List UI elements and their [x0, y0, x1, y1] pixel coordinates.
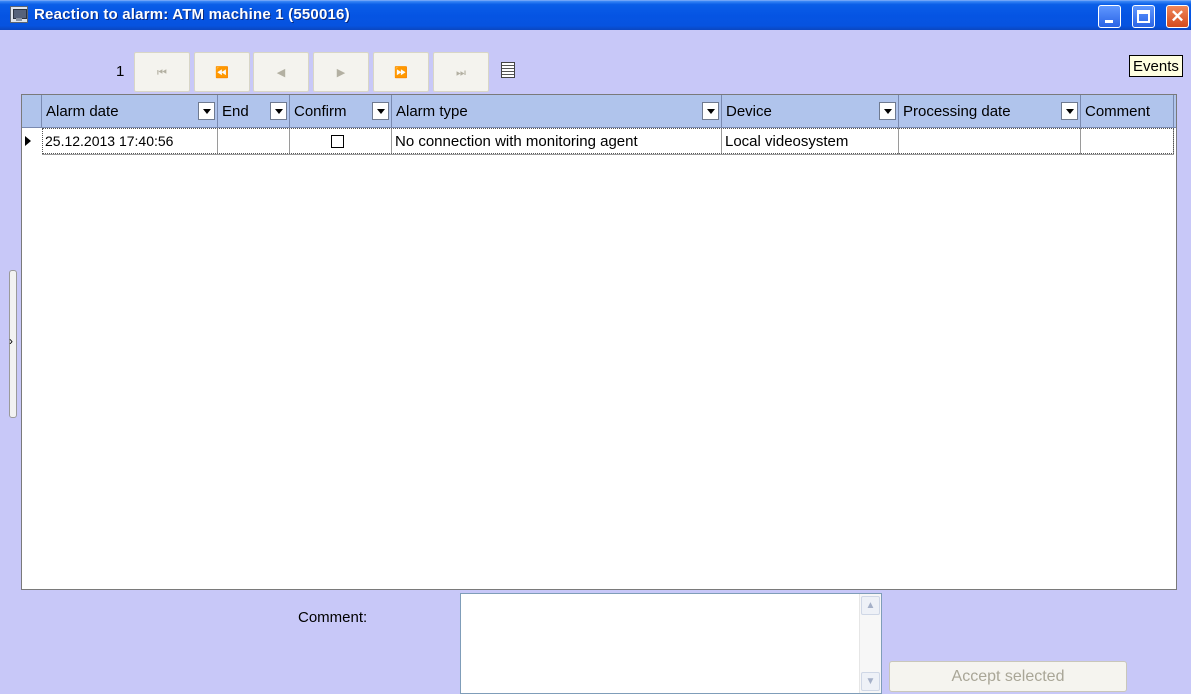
comment-scrollbar[interactable]: ▲ ▼	[859, 594, 881, 693]
nav-last-button[interactable]: ⏭	[433, 52, 489, 92]
header-label: Comment	[1085, 103, 1151, 120]
next-icon: ▶	[336, 66, 346, 79]
header-label: Device	[726, 103, 772, 120]
last-icon: ⏭	[456, 66, 466, 79]
header-alarm-type[interactable]: Alarm type	[392, 95, 722, 128]
filter-dropdown-icon[interactable]	[702, 102, 719, 120]
maximize-icon	[1137, 10, 1150, 23]
nav-next-button[interactable]: ▶	[313, 52, 369, 92]
prior-page-icon: ⏪	[215, 66, 229, 79]
close-button[interactable]: ✕	[1166, 5, 1189, 28]
filter-dropdown-icon[interactable]	[198, 102, 215, 120]
nav-first-button[interactable]: ⏮	[134, 52, 190, 92]
confirm-checkbox[interactable]	[331, 135, 344, 148]
header-processing-date[interactable]: Processing date	[899, 95, 1081, 128]
filter-dropdown-icon[interactable]	[1061, 102, 1078, 120]
header-label: End	[222, 103, 249, 120]
events-grid[interactable]: Alarm date End Confirm Alarm type Device…	[21, 94, 1177, 590]
window-title: Reaction to alarm: ATM machine 1 (550016…	[34, 6, 350, 23]
header-device[interactable]: Device	[722, 95, 899, 128]
current-row-icon	[22, 128, 42, 155]
chevron-right-icon[interactable]: ›	[9, 334, 13, 348]
header-indicator-cell	[22, 95, 42, 128]
window-titlebar[interactable]: Reaction to alarm: ATM machine 1 (550016…	[0, 0, 1191, 30]
cell-comment[interactable]	[1081, 128, 1174, 155]
cell-processing-date[interactable]	[899, 128, 1081, 155]
comment-label: Comment:	[298, 609, 368, 626]
cell-device[interactable]: Local videosystem	[722, 128, 899, 155]
cell-alarm-date[interactable]: 25.12.2013 17:40:56	[42, 128, 218, 155]
table-row[interactable]: 25.12.2013 17:40:56 No connection with m…	[22, 128, 1176, 155]
page-number: 1	[116, 63, 125, 80]
header-label: Alarm type	[396, 103, 468, 120]
comment-textarea[interactable]: ▲ ▼	[460, 593, 882, 694]
grid-header: Alarm date End Confirm Alarm type Device…	[22, 95, 1176, 128]
scroll-down-icon[interactable]: ▼	[861, 672, 880, 691]
minimize-button[interactable]	[1098, 5, 1121, 28]
header-label: Processing date	[903, 103, 1011, 120]
nav-prior-page-button[interactable]: ⏪	[194, 52, 250, 92]
header-comment[interactable]: Comment	[1081, 95, 1174, 128]
prior-icon: ◀	[276, 66, 286, 79]
cell-confirm[interactable]	[290, 128, 392, 155]
filter-dropdown-icon[interactable]	[270, 102, 287, 120]
monitor-icon	[10, 6, 28, 23]
cell-alarm-type[interactable]: No connection with monitoring agent	[392, 128, 722, 155]
minimize-icon	[1105, 20, 1113, 23]
header-alarm-date[interactable]: Alarm date	[42, 95, 218, 128]
scroll-up-icon[interactable]: ▲	[861, 596, 880, 615]
tooltip: Events	[1129, 55, 1183, 77]
close-icon: ✕	[1170, 7, 1185, 26]
filter-dropdown-icon[interactable]	[372, 102, 389, 120]
nav-prior-button[interactable]: ◀	[253, 52, 309, 92]
header-label: Alarm date	[46, 103, 119, 120]
grid-settings-icon[interactable]	[501, 62, 515, 78]
first-icon: ⏮	[157, 66, 167, 79]
accept-selected-button[interactable]: Accept selected	[889, 661, 1127, 692]
header-label: Confirm	[294, 103, 347, 120]
next-page-icon: ⏩	[394, 66, 408, 79]
filter-dropdown-icon[interactable]	[879, 102, 896, 120]
cell-end[interactable]	[218, 128, 290, 155]
nav-next-page-button[interactable]: ⏩	[373, 52, 429, 92]
maximize-button[interactable]	[1132, 5, 1155, 28]
